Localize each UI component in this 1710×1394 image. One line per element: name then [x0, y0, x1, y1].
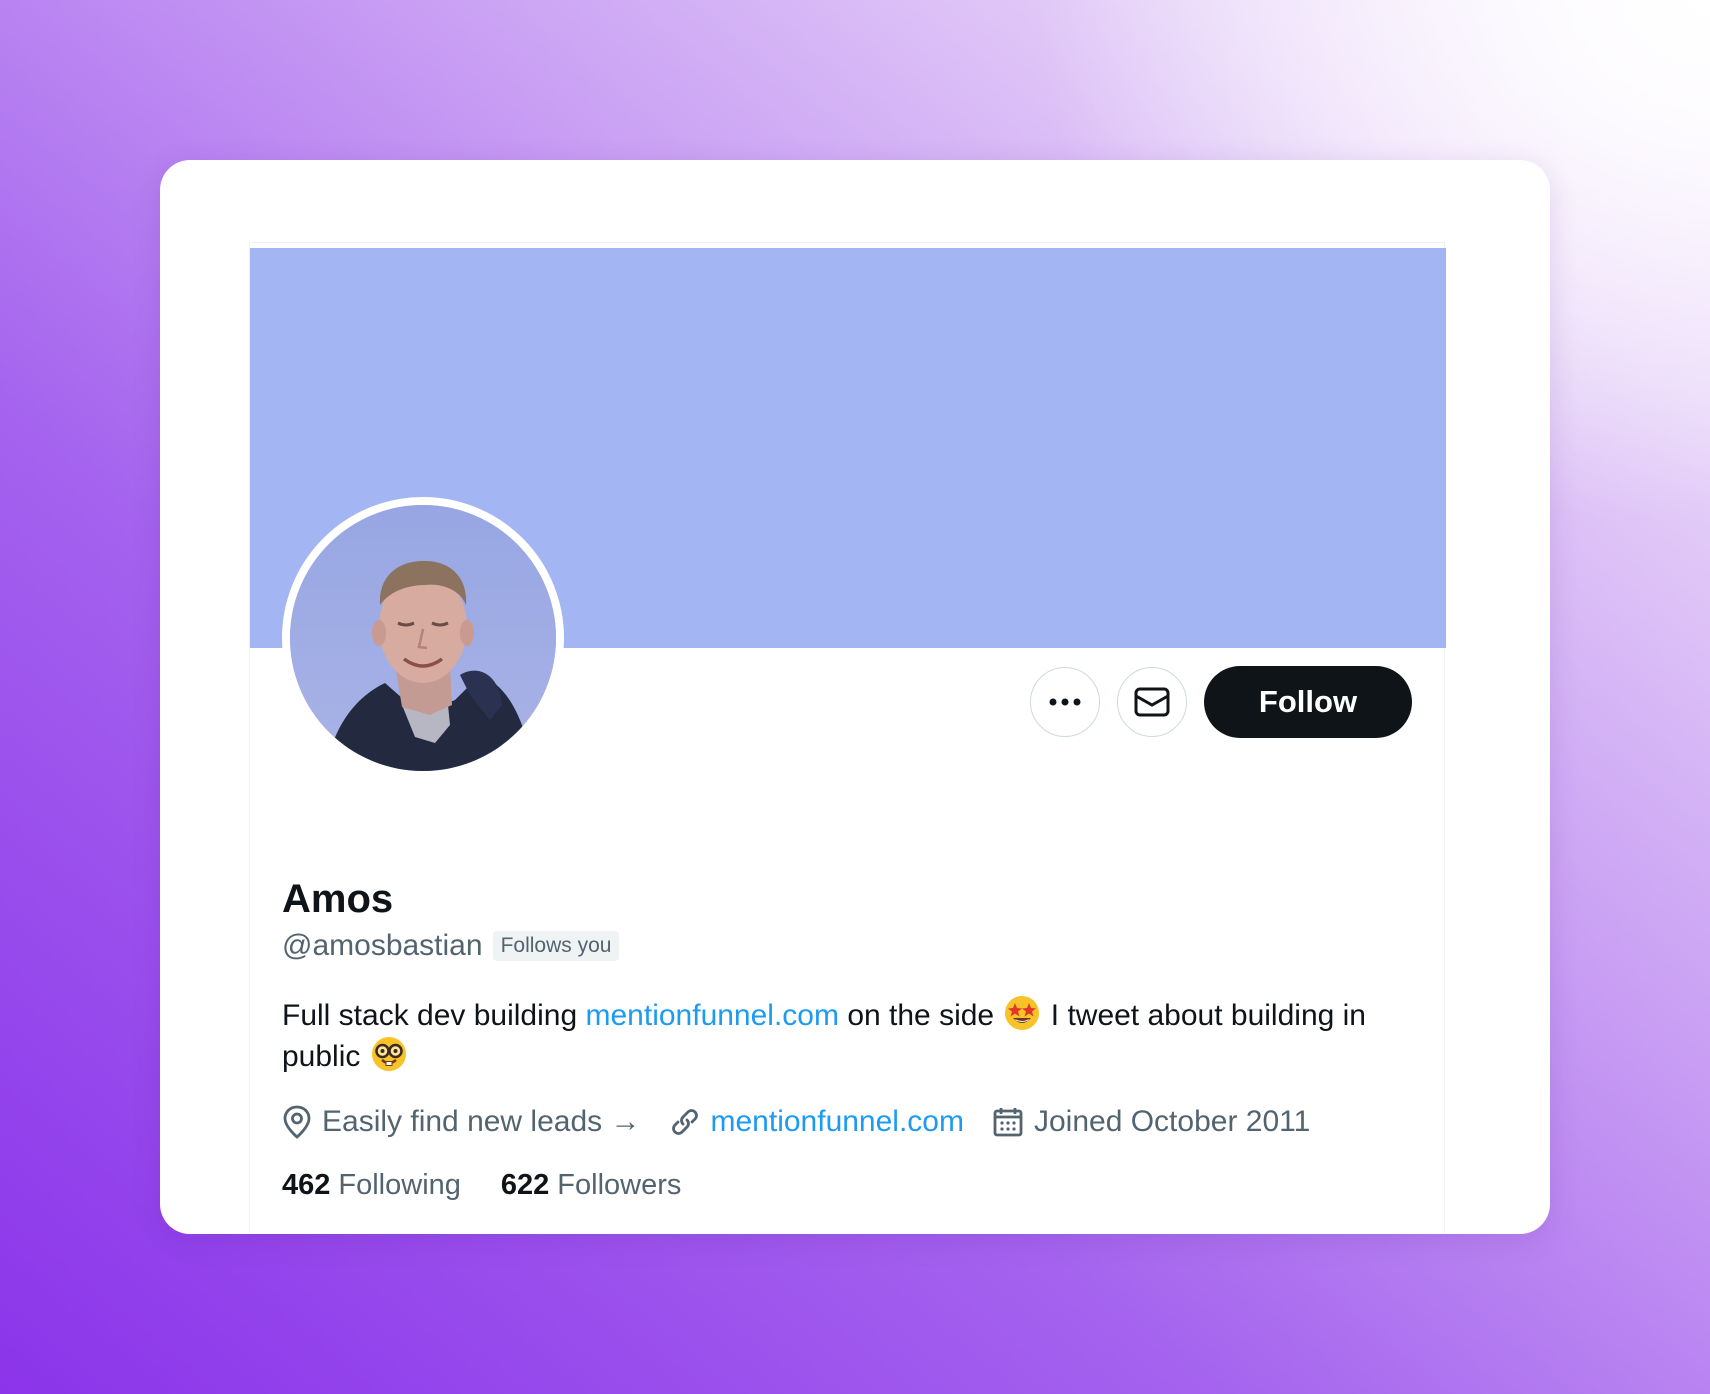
following-stat[interactable]: 462 Following: [282, 1169, 461, 1202]
nerd-face-emoji: [371, 1037, 406, 1071]
bio-link[interactable]: mentionfunnel.com: [586, 999, 839, 1032]
calendar-icon: [993, 1108, 1023, 1137]
envelope-icon: [1134, 687, 1170, 717]
followers-label: Followers: [557, 1169, 682, 1201]
website-item: mentionfunnel.com: [669, 1105, 964, 1139]
profile-card: Follow Amos @amosbastian Follows you Ful…: [160, 160, 1550, 1234]
follows-you-badge: Follows you: [492, 931, 620, 961]
location-text: Easily find new leads →: [322, 1105, 641, 1138]
message-button[interactable]: [1117, 667, 1187, 737]
location-item: Easily find new leads →: [282, 1105, 641, 1139]
bio-text: Full stack dev building: [282, 999, 586, 1032]
following-label: Following: [338, 1169, 461, 1201]
profile-handle: @amosbastian: [282, 929, 483, 962]
profile-name: Amos: [282, 877, 394, 921]
handle-row: @amosbastian Follows you: [282, 929, 620, 963]
profile-header: Follow Amos @amosbastian Follows you Ful…: [249, 242, 1446, 1234]
profile-bio: Full stack dev building mentionfunnel.co…: [282, 995, 1422, 1077]
profile-actions: Follow: [1030, 666, 1412, 738]
more-button[interactable]: [1030, 667, 1100, 737]
location-pin-icon: [283, 1105, 311, 1139]
bio-text: on the side: [838, 999, 1003, 1032]
joined-text: Joined October 2011: [1033, 1105, 1311, 1138]
more-horizontal-icon: [1049, 698, 1081, 706]
profile-meta: Easily find new leads → mentionfunnel.co…: [282, 1105, 1338, 1139]
star-struck-emoji: [1005, 996, 1040, 1030]
joined-item: Joined October 2011: [992, 1105, 1310, 1139]
following-count: 462: [282, 1169, 331, 1201]
website-link[interactable]: mentionfunnel.com: [711, 1105, 964, 1139]
avatar[interactable]: [282, 497, 564, 779]
avatar-photo: [290, 505, 556, 771]
followers-stat[interactable]: 622 Followers: [501, 1169, 681, 1202]
followers-count: 622: [500, 1169, 550, 1201]
follow-button[interactable]: Follow: [1204, 666, 1412, 738]
profile-stats: 462 Following 622 Followers: [282, 1169, 681, 1202]
link-icon: [671, 1109, 698, 1135]
